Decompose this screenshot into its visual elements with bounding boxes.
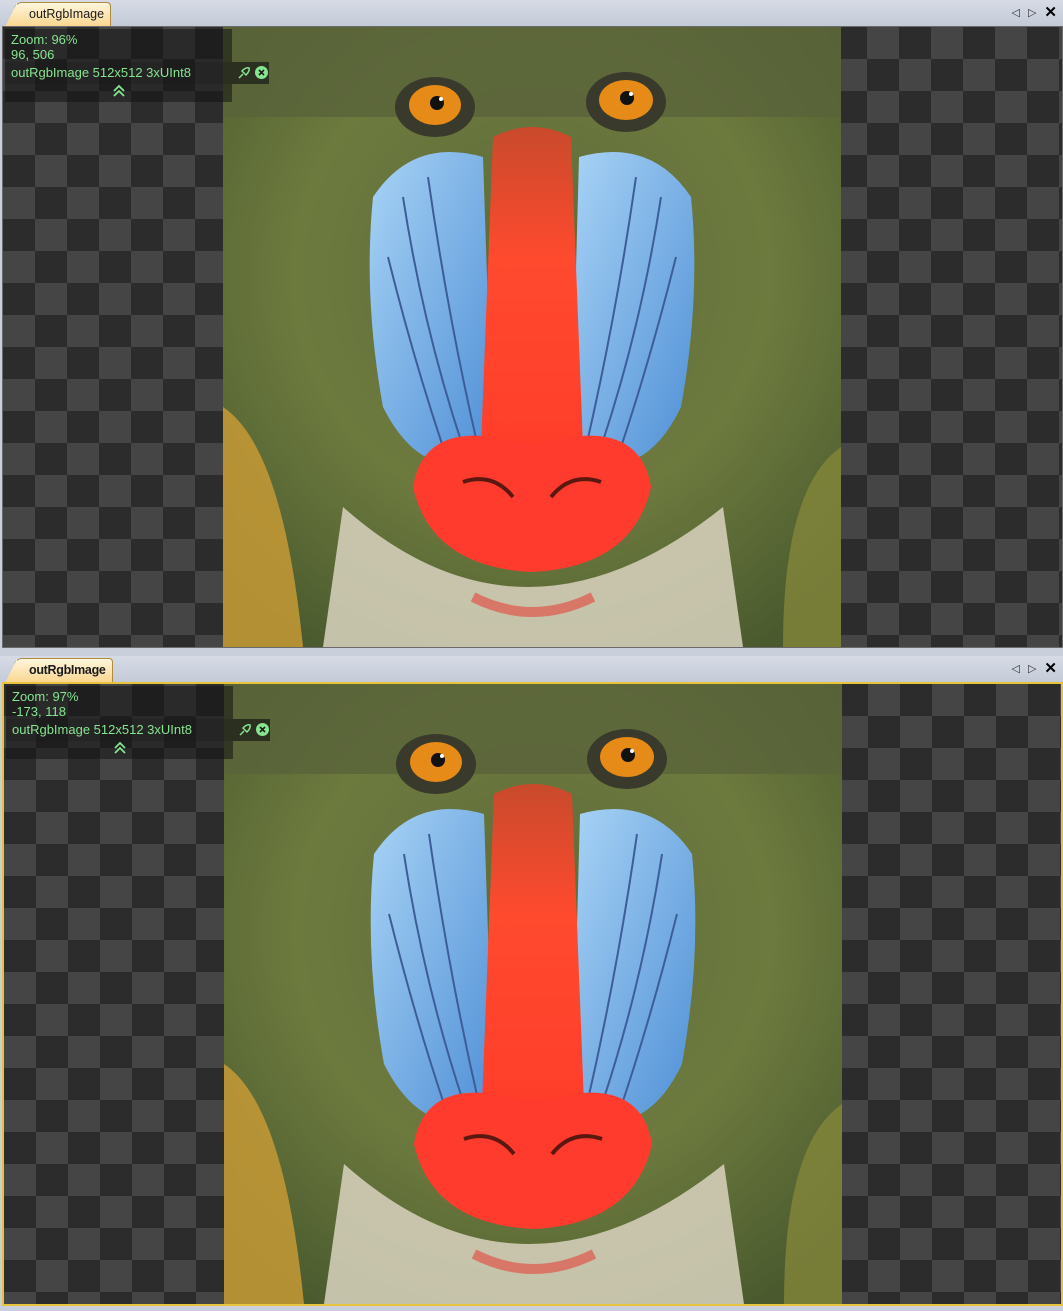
image-info: outRgbImage 512x512 3xUInt8: [11, 65, 191, 80]
remove-icon[interactable]: [255, 722, 270, 737]
image-viewport[interactable]: Zoom: 97% -173, 118 outRgbImage 512x512 …: [2, 682, 1063, 1306]
cursor-coordinates: -173, 118: [12, 704, 66, 719]
cursor-coordinates: 96, 506: [11, 47, 55, 62]
pin-icon[interactable]: [238, 723, 252, 737]
image-canvas[interactable]: [224, 684, 842, 1304]
tab-controls: ◁ ▷ ✕: [1011, 3, 1057, 21]
zoom-readout: Zoom: 97%: [12, 689, 79, 704]
nav-left-icon[interactable]: ◁: [1011, 6, 1019, 19]
image-info: outRgbImage 512x512 3xUInt8: [12, 722, 192, 737]
collapse-up-icon[interactable]: [113, 741, 127, 755]
nav-left-icon[interactable]: ◁: [1011, 662, 1019, 675]
collapse-up-icon[interactable]: [112, 84, 126, 98]
info-overlay: Zoom: 96% 96, 506 outRgbImage 512x512 3x…: [5, 29, 269, 102]
tab-controls: ◁ ▷ ✕: [1011, 659, 1057, 677]
image-view-panel-top: outRgbImage ◁ ▷ ✕ Zoom: 96% 96, 506 outR…: [0, 0, 1063, 652]
zoom-readout: Zoom: 96%: [11, 32, 78, 47]
image-view-panel-bottom: outRgbImage ◁ ▷ ✕ Zoom: 97% -173, 118 ou…: [0, 656, 1063, 1311]
nav-right-icon[interactable]: ▷: [1028, 6, 1036, 19]
tab-strip: outRgbImage ◁ ▷ ✕: [0, 656, 1063, 683]
tab-outRgbImage[interactable]: outRgbImage: [14, 2, 112, 27]
image-canvas[interactable]: [223, 27, 841, 647]
mandrill-image: [223, 27, 841, 647]
remove-icon[interactable]: [254, 65, 269, 80]
close-icon[interactable]: ✕: [1044, 659, 1057, 677]
tab-outRgbImage-active[interactable]: outRgbImage: [14, 658, 113, 683]
nav-right-icon[interactable]: ▷: [1028, 662, 1036, 675]
image-viewport[interactable]: Zoom: 96% 96, 506 outRgbImage 512x512 3x…: [2, 26, 1063, 648]
tab-strip: outRgbImage ◁ ▷ ✕: [0, 0, 1063, 27]
close-icon[interactable]: ✕: [1044, 3, 1057, 21]
info-overlay: Zoom: 97% -173, 118 outRgbImage 512x512 …: [6, 686, 270, 759]
mandrill-image: [224, 684, 842, 1304]
pin-icon[interactable]: [237, 66, 251, 80]
